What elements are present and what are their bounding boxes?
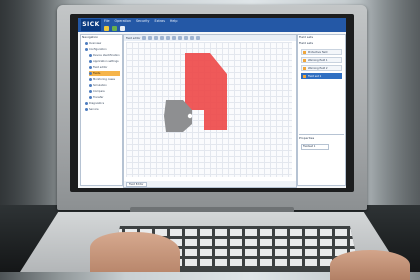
nav-item-icon xyxy=(89,71,92,75)
zoom-in-icon[interactable] xyxy=(166,36,171,40)
field-set-icon xyxy=(303,67,306,70)
field-canvas[interactable] xyxy=(126,42,292,177)
nav-item-label: Diagnostics xyxy=(89,102,105,105)
nav-item-icon xyxy=(85,41,88,45)
nav-item-icon xyxy=(89,89,92,93)
nav-item-label: Simulation xyxy=(93,84,107,87)
nav-item[interactable]: Monitoring cases xyxy=(89,77,120,82)
field-set-label: Warning field 2 xyxy=(308,67,328,70)
nav-item[interactable]: Overview xyxy=(85,41,120,46)
nav-item-label: Compare xyxy=(93,90,105,93)
properties-title: Properties xyxy=(299,136,315,140)
open-icon[interactable] xyxy=(112,26,117,31)
right-hand xyxy=(330,250,410,280)
circle-tool-icon[interactable] xyxy=(160,36,165,40)
nav-item[interactable]: Service xyxy=(85,107,120,112)
field-set-label: Field set 1 xyxy=(308,75,322,78)
field-set-label: Protective field xyxy=(308,51,328,54)
nav-item-icon xyxy=(89,83,92,87)
nav-item-icon xyxy=(89,65,92,69)
nav-item[interactable]: Field editor xyxy=(89,65,120,70)
menu-item-operation[interactable]: Operation xyxy=(115,18,131,25)
nav-item-icon xyxy=(89,53,92,57)
main-toolbar xyxy=(104,25,125,32)
field-set-item[interactable]: Warning field 2 xyxy=(301,65,342,71)
left-hand xyxy=(90,232,180,272)
field-set-item[interactable]: Field set 1 xyxy=(301,73,342,79)
field-set-icon xyxy=(303,59,306,62)
nav-item[interactable]: Transfer xyxy=(89,95,120,100)
nav-item-label: Overview xyxy=(89,42,102,45)
sick-logo: SICK xyxy=(81,19,101,31)
nav-item-label: Transfer xyxy=(93,96,104,99)
menu-item-security[interactable]: Security xyxy=(136,18,150,25)
fieldset-name-field[interactable]: Fieldset 1 xyxy=(301,144,329,150)
field-set-icon xyxy=(303,51,306,54)
save-icon[interactable] xyxy=(120,26,125,31)
nav-item[interactable]: Configuration xyxy=(85,47,120,52)
delete-icon[interactable] xyxy=(190,36,195,40)
select-tool-icon[interactable] xyxy=(142,36,147,40)
polygon-tool-icon[interactable] xyxy=(148,36,153,40)
nav-item-label: Monitoring cases xyxy=(93,78,116,81)
field-set-label: Warning field 1 xyxy=(308,59,328,62)
nav-item[interactable]: Diagnostics xyxy=(85,101,120,106)
field-sets-title: Field sets xyxy=(299,35,314,39)
navigation-panel: Navigation Overview Configuration Device i… xyxy=(80,34,123,186)
editor-toolbar: Field editor xyxy=(124,35,296,41)
menu-item-file[interactable]: File xyxy=(104,18,110,25)
nav-item-label: Field editor xyxy=(93,66,108,69)
nav-item-icon xyxy=(85,107,88,111)
nav-item[interactable]: Application settings xyxy=(89,59,120,64)
nav-item-label: Service xyxy=(89,108,99,111)
new-icon[interactable] xyxy=(104,26,109,31)
editor-status-bar: Field Editor xyxy=(124,181,296,187)
nav-item-label: Device identification xyxy=(93,54,120,57)
field-drawing xyxy=(164,53,227,132)
undo-icon[interactable] xyxy=(178,36,183,40)
field-set-item[interactable]: Warning field 1 xyxy=(301,57,342,63)
nav-item-icon xyxy=(89,77,92,81)
nav-item-label: Application settings xyxy=(93,60,119,63)
field-set-item[interactable]: Protective field xyxy=(301,49,342,55)
app-titlebar: SICK File Operation Security Extras Help xyxy=(78,18,346,32)
nav-item-label: Fields xyxy=(93,72,101,75)
field-editor-panel: Field editor Field Editor xyxy=(123,34,297,188)
nav-item[interactable]: Simulation xyxy=(89,83,120,88)
rectangle-tool-icon[interactable] xyxy=(154,36,159,40)
nav-item-icon xyxy=(85,101,88,105)
nav-item[interactable]: Device identification xyxy=(89,53,120,58)
laptop-screen: SICK File Operation Security Extras Help… xyxy=(78,18,346,188)
nav-item-icon xyxy=(85,47,88,51)
editor-toolbar-label: Field editor xyxy=(126,36,141,40)
zoom-out-icon[interactable] xyxy=(172,36,177,40)
nav-item-label: Configuration xyxy=(89,48,107,51)
field-set-icon xyxy=(303,75,306,78)
panel-divider xyxy=(299,134,344,135)
tab-field-editor[interactable]: Field Editor xyxy=(126,182,147,187)
nav-item[interactable]: Compare xyxy=(89,89,120,94)
field-sets-subtitle: Field sets xyxy=(299,41,314,45)
nav-item-icon xyxy=(89,95,92,99)
menu-item-extras[interactable]: Extras xyxy=(155,18,165,25)
scanner-origin-marker xyxy=(187,113,193,119)
nav-item[interactable]: Fields xyxy=(89,71,120,76)
nav-item-icon xyxy=(89,59,92,63)
navigation-title: Navigation xyxy=(82,35,99,39)
field-sets-panel: Field sets Field sets Protective field Wa… xyxy=(297,34,346,186)
grid-icon[interactable] xyxy=(196,36,201,40)
menu-item-help[interactable]: Help xyxy=(170,18,178,25)
redo-icon[interactable] xyxy=(184,36,189,40)
menu-bar: File Operation Security Extras Help xyxy=(104,18,177,25)
